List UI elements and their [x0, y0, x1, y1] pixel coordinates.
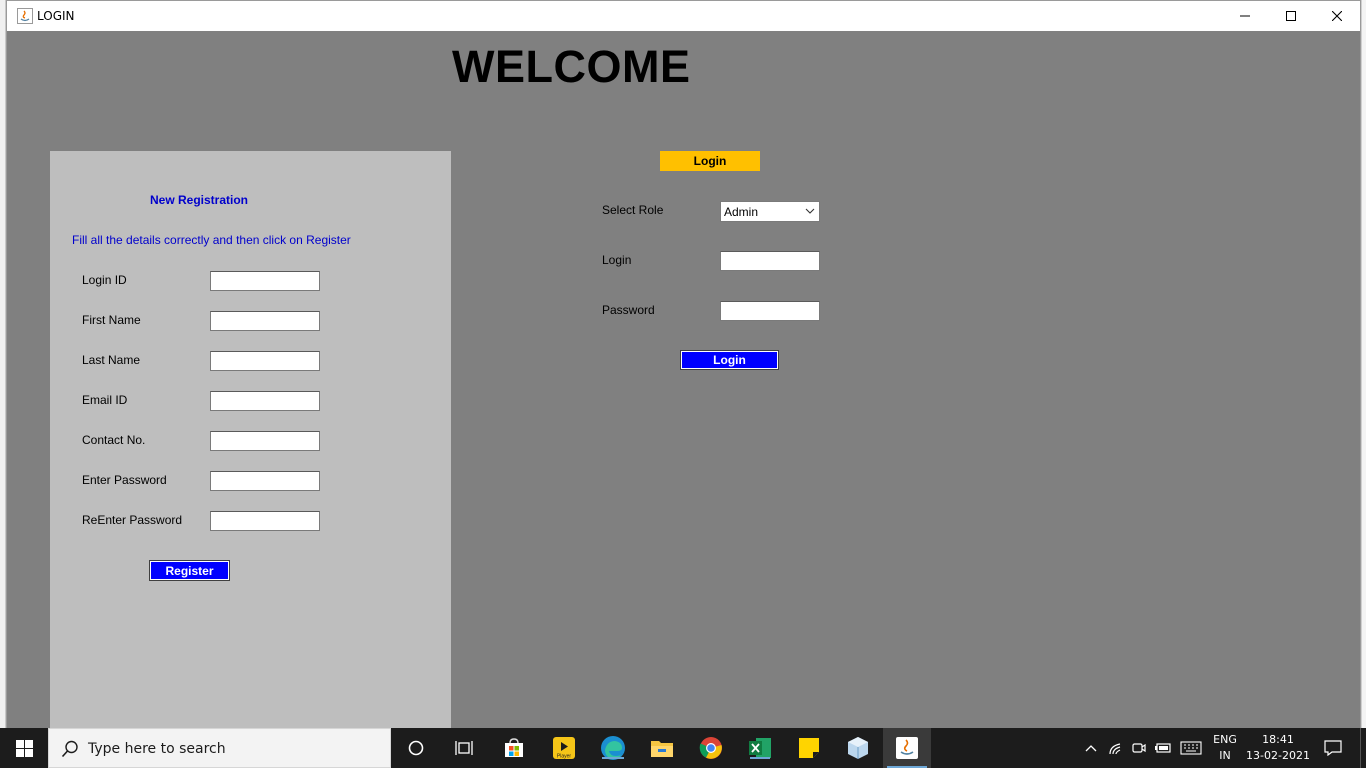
notifications-button[interactable]	[1316, 728, 1350, 768]
role-selected-value: Admin	[724, 205, 759, 219]
login-input[interactable]	[720, 251, 820, 271]
start-button[interactable]	[0, 728, 48, 768]
clock[interactable]: 18:41 13-02-2021	[1246, 728, 1310, 768]
password-input[interactable]	[720, 301, 820, 321]
register-button[interactable]: Register	[149, 560, 230, 581]
network-tray-button[interactable]	[1104, 728, 1128, 768]
file-explorer-icon	[651, 741, 673, 757]
edge-button[interactable]	[589, 728, 637, 768]
window-content: WELCOME New Registration Fill all the de…	[7, 31, 1360, 731]
chevron-down-icon	[805, 208, 815, 214]
registration-panel: New Registration Fill all the details co…	[50, 151, 451, 731]
login-id-input[interactable]	[210, 271, 320, 291]
task-view-icon	[455, 741, 473, 755]
close-icon	[1332, 11, 1342, 21]
java-button[interactable]	[883, 728, 931, 768]
player-button[interactable]: Player	[540, 728, 588, 768]
login-label: Login	[602, 253, 632, 267]
show-desktop-button[interactable]	[1360, 728, 1366, 768]
login-id-label: Login ID	[82, 273, 127, 287]
first-name-label: First Name	[82, 313, 141, 327]
keyboard-icon	[1180, 741, 1202, 755]
close-button[interactable]	[1314, 1, 1360, 31]
login-button[interactable]: Login	[680, 350, 779, 370]
region-text: IN	[1219, 749, 1231, 762]
meet-now-tray-button[interactable]	[1128, 728, 1150, 768]
registration-title: New Registration	[150, 193, 249, 207]
input-language-indicator[interactable]: ENG IN	[1206, 728, 1244, 768]
search-placeholder: Type here to search	[88, 741, 226, 757]
search-icon	[61, 740, 78, 758]
minimize-icon	[1240, 15, 1250, 17]
notification-icon	[1324, 740, 1342, 756]
last-name-label: Last Name	[82, 353, 141, 367]
clock-time: 18:41	[1262, 733, 1294, 746]
file-explorer-button[interactable]	[638, 728, 686, 768]
chrome-icon	[699, 737, 722, 759]
first-name-input[interactable]	[210, 311, 320, 331]
battery-icon	[1155, 743, 1171, 753]
maximize-icon	[1286, 11, 1296, 21]
java-icon	[896, 737, 918, 759]
registration-hint: Fill all the details correctly and then …	[72, 233, 351, 247]
language-text: ENG	[1213, 733, 1237, 746]
store-icon	[505, 738, 523, 757]
contact-no-label: Contact No.	[82, 433, 146, 447]
virtualbox-button[interactable]	[834, 728, 882, 768]
enter-password-label: Enter Password	[82, 473, 167, 487]
sticky-notes-icon	[799, 738, 819, 758]
email-id-input[interactable]	[210, 391, 320, 411]
touch-keyboard-tray-button[interactable]	[1177, 728, 1205, 768]
sticky-notes-button[interactable]	[785, 728, 833, 768]
task-view-button[interactable]	[440, 728, 488, 768]
welcome-heading: WELCOME	[452, 41, 691, 92]
email-id-label: Email ID	[82, 393, 128, 407]
player-icon: Player	[553, 737, 575, 760]
maximize-button[interactable]	[1268, 1, 1314, 31]
taskbar-search-box[interactable]: Type here to search	[48, 728, 391, 768]
store-button[interactable]	[490, 728, 538, 768]
clock-date: 13-02-2021	[1246, 749, 1310, 762]
enter-password-input[interactable]	[210, 471, 320, 491]
windows-logo-icon	[15, 739, 33, 757]
background-app-right-edge	[1361, 0, 1366, 728]
edge-icon	[601, 736, 625, 760]
player-badge-text: Player	[557, 754, 572, 760]
last-name-input[interactable]	[210, 351, 320, 371]
select-role-label: Select Role	[602, 203, 664, 217]
wifi-icon	[1109, 743, 1121, 755]
show-hidden-icons-button[interactable]	[1080, 728, 1102, 768]
reenter-password-label: ReEnter Password	[82, 513, 183, 527]
window-title: LOGIN	[37, 9, 75, 23]
excel-icon	[749, 738, 771, 759]
password-label: Password	[602, 303, 655, 317]
cortana-button[interactable]	[392, 728, 440, 768]
chevron-up-icon	[1085, 745, 1097, 752]
battery-tray-button[interactable]	[1151, 728, 1175, 768]
role-select[interactable]: Admin	[720, 201, 820, 222]
java-app-icon	[17, 8, 33, 24]
reenter-password-input[interactable]	[210, 511, 320, 531]
login-window: LOGIN WELCOME New Registration Fill all …	[6, 0, 1361, 731]
cortana-icon	[408, 740, 424, 756]
login-header-badge: Login	[660, 151, 760, 171]
camera-icon	[1132, 743, 1146, 753]
minimize-button[interactable]	[1222, 1, 1268, 31]
title-bar[interactable]: LOGIN	[7, 1, 1360, 31]
virtualbox-icon	[848, 737, 868, 759]
taskbar: Type here to search Player ENG IN 18:41 …	[0, 728, 1366, 768]
chrome-button[interactable]	[687, 728, 735, 768]
contact-no-input[interactable]	[210, 431, 320, 451]
excel-button[interactable]	[736, 728, 784, 768]
